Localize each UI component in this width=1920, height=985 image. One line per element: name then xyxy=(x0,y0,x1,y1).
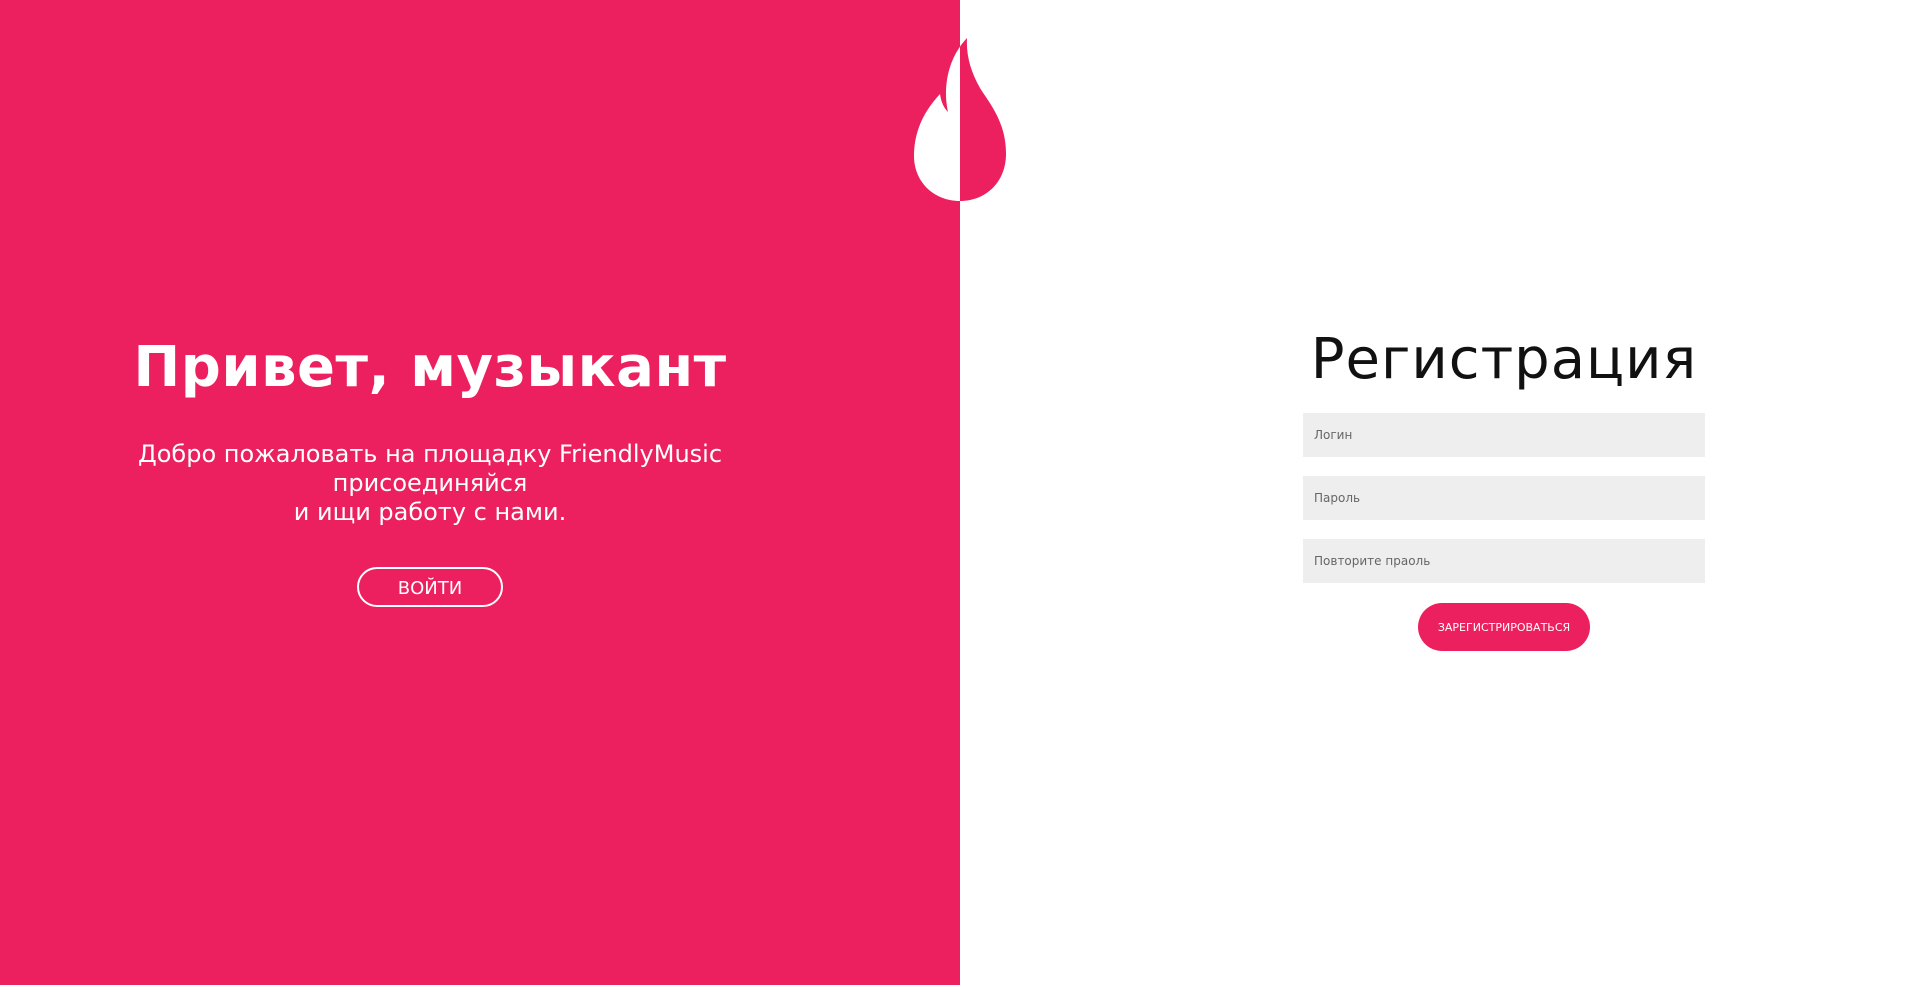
flame-icon xyxy=(914,38,1006,201)
repeat-password-field[interactable] xyxy=(1303,539,1705,583)
register-button[interactable]: ЗАРЕГИСТРИРОВАТЬСЯ xyxy=(1418,603,1590,651)
welcome-line: присоединяйся xyxy=(332,469,528,497)
password-field[interactable] xyxy=(1303,476,1705,520)
page: Привет, музыкант Добро пожаловать на пло… xyxy=(0,0,1920,985)
welcome-panel: Привет, музыкант Добро пожаловать на пло… xyxy=(0,0,960,985)
welcome-line: Добро пожаловать на площадку FriendlyMus… xyxy=(137,440,723,468)
welcome-block: Привет, музыкант Добро пожаловать на пло… xyxy=(0,330,860,607)
welcome-title: Привет, музыкант xyxy=(133,335,727,400)
welcome-line: и ищи работу с нами. xyxy=(293,498,567,526)
login-button[interactable]: ВОЙТИ xyxy=(357,567,503,607)
login-field[interactable] xyxy=(1303,413,1705,457)
welcome-text: Добро пожаловать на площадку FriendlyMus… xyxy=(0,440,860,527)
registration-form: Регистрация ЗАРЕГИСТРИРОВАТЬСЯ xyxy=(1303,320,1705,651)
registration-title: Регистрация xyxy=(1310,327,1698,392)
